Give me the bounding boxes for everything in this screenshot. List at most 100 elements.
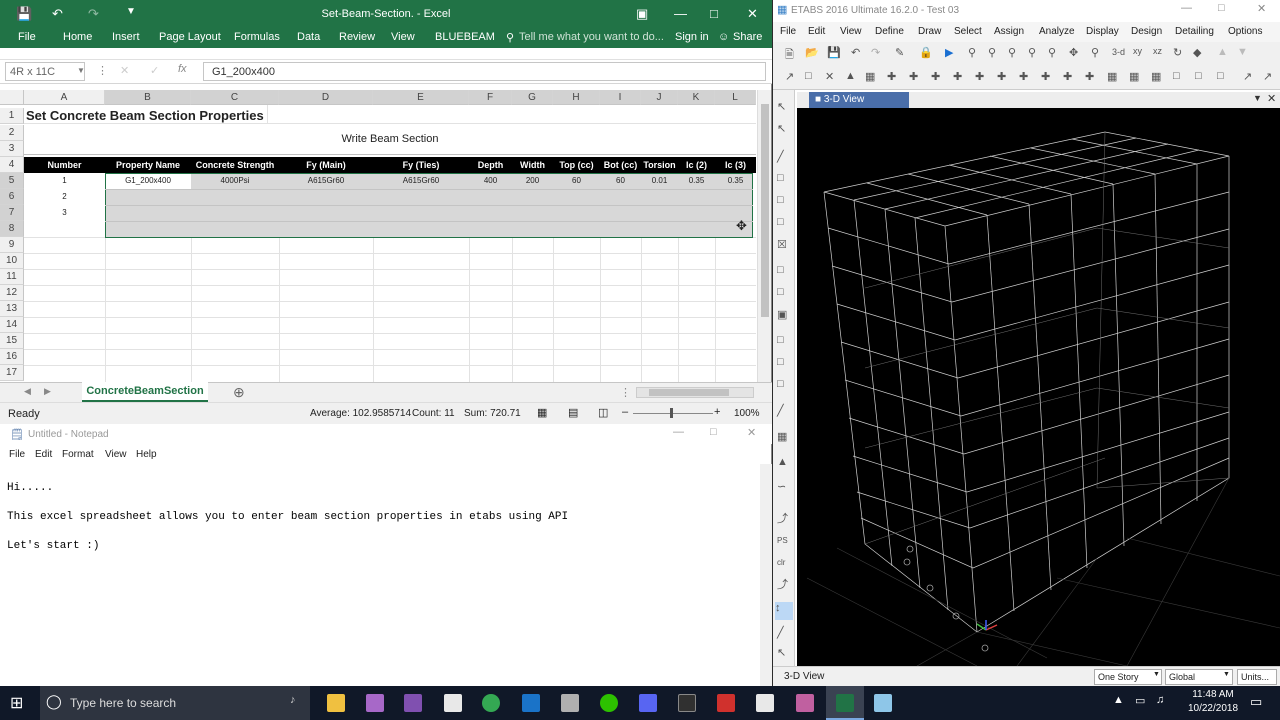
tab-formulas[interactable]: Formulas <box>234 31 280 43</box>
cell-width[interactable]: 200 <box>512 173 553 189</box>
cell-ic3[interactable]: 0.35 <box>715 173 756 189</box>
draw-column-icon[interactable]: □ <box>777 194 784 206</box>
menu-display[interactable]: Display <box>1086 26 1119 37</box>
cell-number[interactable]: 3 <box>24 205 105 221</box>
draw-section-cut-icon[interactable]: ↕ <box>775 602 793 620</box>
draw-reference-line-icon[interactable]: ╱ <box>777 626 784 639</box>
pan-icon[interactable]: ✥ <box>1069 46 1078 59</box>
undo-icon[interactable]: ↶ <box>851 46 860 59</box>
row-header[interactable]: 5 <box>0 173 24 189</box>
page-layout-view-icon[interactable]: ▤ <box>568 406 578 419</box>
file-explorer-icon[interactable] <box>327 694 345 712</box>
minimize-icon[interactable]: — <box>674 6 687 21</box>
column-header[interactable]: C <box>191 90 279 105</box>
row-header[interactable]: 3 <box>0 141 24 157</box>
column-header[interactable]: D <box>279 90 373 105</box>
cell-top-cc[interactable]: 60 <box>553 173 600 189</box>
rotate-icon[interactable]: ↻ <box>1173 46 1182 59</box>
menu-analyze[interactable]: Analyze <box>1039 26 1075 37</box>
windows-start-icon[interactable]: ⊞ <box>10 693 23 713</box>
row-header[interactable]: 15 <box>0 333 24 349</box>
row-header[interactable]: 12 <box>0 285 24 301</box>
cell-bot-cc[interactable]: 60 <box>600 173 641 189</box>
set-display-icon[interactable]: ▲ <box>845 70 856 82</box>
draw-opening-icon[interactable]: ▣ <box>777 308 787 321</box>
menu-design[interactable]: Design <box>1131 26 1162 37</box>
vertical-scrollbar[interactable] <box>760 464 772 696</box>
snap-grid-icon[interactable]: ✚ <box>1041 70 1050 83</box>
prev-sheet-icon[interactable]: ◀ <box>24 386 31 397</box>
row-header[interactable]: 14 <box>0 317 24 333</box>
clear-icon[interactable]: ✕ <box>825 70 834 83</box>
units-button[interactable]: Units... <box>1237 669 1277 685</box>
tab-data[interactable]: Data <box>297 31 320 43</box>
perspective-icon[interactable]: ◆ <box>1193 46 1201 59</box>
worksheet-grid[interactable]: A B C D E F G H I J K L 1 2 3 4 5 6 7 8 … <box>0 90 756 382</box>
zoom-level[interactable]: 100% <box>734 408 760 419</box>
plan-view-icon[interactable]: xy <box>1133 46 1142 56</box>
vertical-scrollbar[interactable] <box>757 90 771 382</box>
redo-icon[interactable]: ↷ <box>871 46 880 59</box>
row-header[interactable]: 10 <box>0 253 24 269</box>
row-header[interactable]: 6 <box>0 189 24 205</box>
select-all-corner[interactable] <box>0 90 24 105</box>
snap-intersection-icon[interactable]: ✚ <box>953 70 962 83</box>
notification-center-icon[interactable]: ▭ <box>1250 694 1262 710</box>
cell-number[interactable]: 2 <box>24 189 105 205</box>
lock-icon[interactable]: 🔒 <box>919 46 933 59</box>
name-box[interactable]: 4R x 11C <box>5 62 85 81</box>
app-icon[interactable] <box>796 694 814 712</box>
sign-in-link[interactable]: Sign in <box>675 31 709 43</box>
model-3d-view[interactable] <box>797 108 1280 666</box>
chevron-down-icon[interactable]: ▼ <box>1223 671 1230 678</box>
menu-format[interactable]: Format <box>62 449 94 460</box>
story-select[interactable]: One Story <box>1094 669 1162 685</box>
zoom-slider-thumb[interactable] <box>670 408 673 418</box>
column-header[interactable]: B <box>105 90 191 105</box>
row-header[interactable]: 1 <box>0 108 24 124</box>
cell-number[interactable]: 1 <box>24 173 105 189</box>
column-header[interactable]: H <box>553 90 600 105</box>
calculator-icon[interactable] <box>444 694 462 712</box>
fill-icon[interactable]: ▦ <box>1151 70 1161 83</box>
menu-help[interactable]: Help <box>136 449 157 460</box>
row-header[interactable]: 11 <box>0 269 24 285</box>
draw-brace-icon[interactable]: □ <box>777 216 784 228</box>
close-icon[interactable]: ✕ <box>1257 2 1266 15</box>
notepad-icon[interactable] <box>874 694 892 712</box>
tab-review[interactable]: Review <box>339 31 375 43</box>
shortcut-icon[interactable]: ↗ <box>1243 70 1252 83</box>
share-icon[interactable]: ☺ <box>718 31 729 43</box>
tab-page-layout[interactable]: Page Layout <box>159 31 221 43</box>
maximize-icon[interactable]: □ <box>710 426 717 438</box>
outlook-icon[interactable] <box>522 694 540 712</box>
cell-ic2[interactable]: 0.35 <box>678 173 715 189</box>
zoom-fit-icon[interactable]: ⚲ <box>1091 46 1099 59</box>
zoom-window-icon[interactable]: ⚲ <box>968 46 976 59</box>
select-pointer-icon[interactable]: ↖ <box>777 100 786 113</box>
draw-link-icon[interactable]: ╱ <box>777 404 784 417</box>
clock-time[interactable]: 11:48 AM <box>1188 689 1238 700</box>
menu-select[interactable]: Select <box>954 26 982 37</box>
tab-home[interactable]: Home <box>63 31 92 43</box>
snap-perpendicular-icon[interactable]: ✚ <box>975 70 984 83</box>
row-header[interactable]: 17 <box>0 365 24 381</box>
column-header[interactable]: F <box>469 90 512 105</box>
draw-frame-icon[interactable]: □ <box>777 172 784 184</box>
open-icon[interactable]: 📂 <box>805 46 819 59</box>
app-icon[interactable] <box>404 694 422 712</box>
draw-dimension-icon[interactable]: ⤴ <box>777 576 788 592</box>
move-down-icon[interactable]: ▼ <box>1237 46 1248 58</box>
reshape-icon[interactable]: □ <box>805 70 812 82</box>
cell-depth[interactable]: 400 <box>469 173 512 189</box>
menu-edit[interactable]: Edit <box>35 449 52 460</box>
zoom-out-icon[interactable]: – <box>622 406 628 418</box>
maximize-icon[interactable]: □ <box>1218 2 1225 14</box>
row-header[interactable]: 8 <box>0 221 24 237</box>
object-shrink-icon[interactable]: ▦ <box>1107 70 1117 83</box>
draw-wall-stack-icon[interactable]: □ <box>777 378 784 390</box>
shortcut-alt-icon[interactable]: ↗ <box>1263 70 1272 83</box>
zoom-in-icon[interactable]: + <box>714 406 720 418</box>
row-header[interactable]: 16 <box>0 349 24 365</box>
wechat-icon[interactable] <box>600 694 618 712</box>
